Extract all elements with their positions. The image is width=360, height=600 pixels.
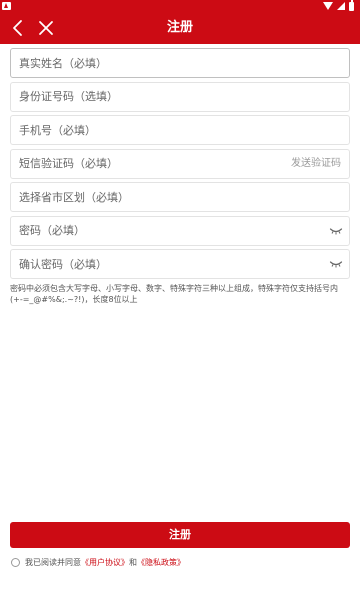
signal-icon	[337, 2, 345, 10]
real-name-field	[10, 48, 350, 78]
app-notification-icon	[2, 2, 11, 10]
region-field	[10, 182, 350, 212]
user-agreement-link[interactable]: 《用户协议》	[81, 557, 129, 568]
wifi-icon	[323, 2, 333, 10]
agreement-checkbox[interactable]	[11, 557, 20, 567]
id-number-input[interactable]	[11, 82, 349, 111]
password-hint: 密码中必须包含大写字母、小写字母、数字、特殊字符三种以上组成，特殊字符仅支持括号…	[10, 283, 338, 304]
status-icons	[323, 0, 354, 11]
send-code-button[interactable]: 发送验证码	[291, 150, 341, 178]
agreement-row: 我已阅读并同意 《用户协议》 和 《隐私政策》	[11, 556, 185, 568]
id-number-field	[10, 81, 350, 112]
register-button[interactable]: 注册	[10, 522, 350, 548]
status-bar	[0, 0, 360, 12]
password-field	[10, 215, 350, 246]
confirm-password-field	[10, 249, 350, 279]
privacy-policy-link[interactable]: 《隐私政策》	[137, 557, 185, 568]
phone-input[interactable]	[11, 116, 349, 144]
close-button[interactable]	[34, 16, 58, 40]
eye-closed-icon[interactable]	[329, 258, 343, 270]
confirm-password-input[interactable]	[11, 250, 349, 278]
real-name-input[interactable]	[11, 49, 349, 77]
sms-code-field: 发送验证码	[10, 148, 350, 179]
battery-icon	[349, 0, 354, 11]
back-button[interactable]	[6, 16, 30, 40]
navigation-bar: 注册	[0, 12, 360, 44]
eye-closed-icon[interactable]	[329, 225, 343, 237]
region-select[interactable]	[11, 183, 349, 211]
agreement-prefix: 我已阅读并同意	[25, 557, 81, 567]
agreement-conjunction: 和	[129, 557, 137, 567]
password-input[interactable]	[11, 216, 349, 245]
phone-field	[10, 115, 350, 145]
close-icon	[39, 21, 53, 35]
chevron-left-icon	[13, 20, 22, 36]
registration-form: 发送验证码 密码中必须包含大写字母、小写字母、数字、特殊字符三种以上组成，特殊字…	[10, 48, 350, 305]
